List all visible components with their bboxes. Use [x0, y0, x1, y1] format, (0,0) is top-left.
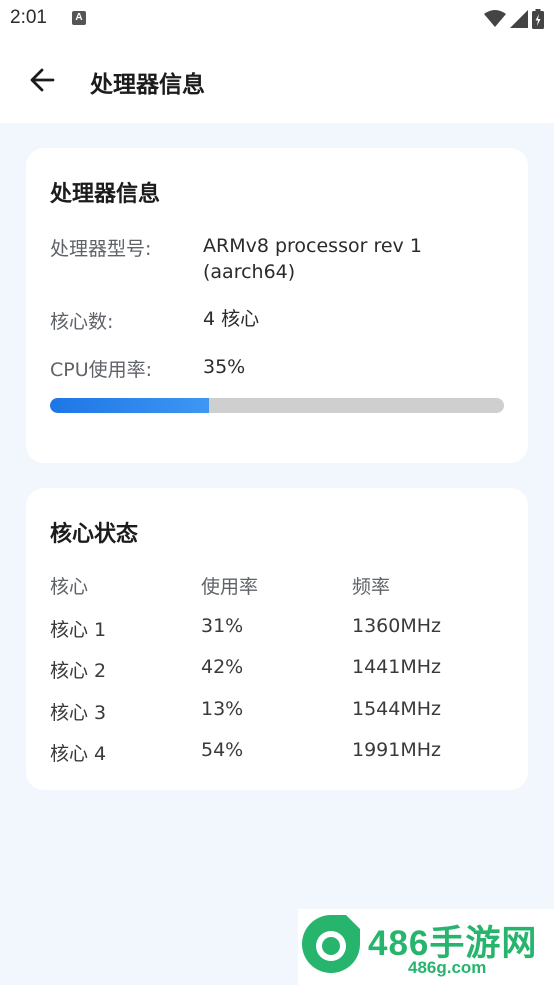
- model-label: 处理器型号:: [50, 238, 152, 260]
- signal-icon: [510, 10, 528, 28]
- arrow-left-icon: [30, 68, 55, 92]
- cores-label: 核心数:: [50, 311, 114, 333]
- status-bar: 2:01 A: [0, 0, 554, 38]
- core-usage: 13%: [201, 698, 244, 720]
- wifi-icon: [484, 10, 506, 27]
- core-name: 核心 4: [50, 743, 107, 765]
- battery-icon: [532, 9, 544, 29]
- core-name: 核心 1: [50, 619, 107, 641]
- watermark-logo-icon: [302, 915, 360, 973]
- core-name: 核心 3: [50, 702, 107, 724]
- usage-value: 35%: [203, 356, 246, 378]
- core-frequency: 1441MHz: [352, 656, 442, 678]
- column-header-usage: 使用率: [201, 576, 259, 598]
- cores-value: 4 核心: [203, 308, 260, 330]
- model-value: ARMv8 processor rev 1 (aarch64): [203, 233, 503, 285]
- column-header-core: 核心: [50, 576, 89, 598]
- cpu-usage-progress-bar: [50, 398, 504, 413]
- model-value-line2: (aarch64): [203, 261, 296, 283]
- core-usage: 42%: [201, 656, 244, 678]
- model-value-line1: ARMv8 processor rev 1: [203, 235, 422, 257]
- core-frequency: 1360MHz: [352, 615, 442, 637]
- card-title: 处理器信息: [50, 182, 161, 207]
- page-title: 处理器信息: [90, 72, 205, 98]
- back-button[interactable]: [22, 60, 62, 100]
- notification-icon: A: [72, 11, 86, 25]
- status-time: 2:01: [10, 7, 47, 28]
- watermark: 486手游网 486g.com: [298, 909, 554, 985]
- core-name: 核心 2: [50, 660, 107, 682]
- status-icons: [484, 8, 544, 30]
- watermark-url: 486g.com: [408, 958, 487, 977]
- core-usage: 54%: [201, 739, 244, 761]
- cpu-usage-progress-fill: [50, 398, 209, 413]
- column-header-frequency: 频率: [352, 576, 391, 598]
- card-title: 核心状态: [50, 522, 139, 547]
- usage-label: CPU使用率:: [50, 359, 153, 381]
- processor-info-card: 处理器信息 处理器型号: ARMv8 processor rev 1 (aarc…: [26, 148, 528, 463]
- core-frequency: 1991MHz: [352, 739, 442, 761]
- core-usage: 31%: [201, 615, 244, 637]
- core-status-card: 核心状态 核心 使用率 频率 核心 1 31% 1360MHz 核心 2 42%…: [26, 488, 528, 790]
- app-bar: 处理器信息: [0, 38, 554, 123]
- core-frequency: 1544MHz: [352, 698, 442, 720]
